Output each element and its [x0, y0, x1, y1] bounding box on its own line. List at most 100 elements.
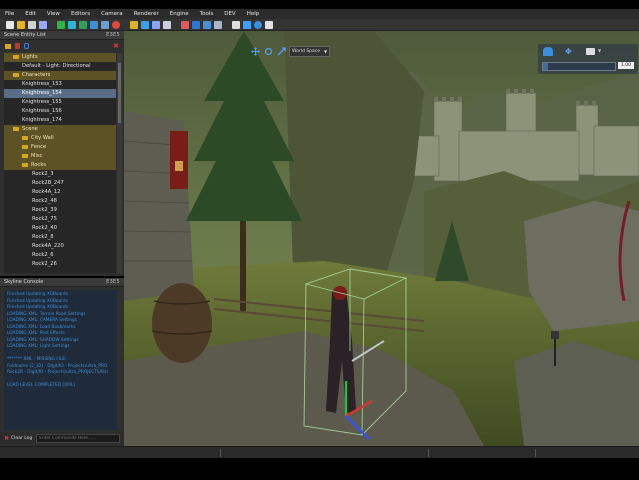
select-icon[interactable] [90, 20, 98, 29]
folder-icon [13, 54, 19, 59]
tree-label: Default - Light: Directional [22, 63, 91, 69]
tree-category[interactable]: Lights [4, 53, 116, 62]
camera-speed-icon[interactable] [543, 47, 553, 56]
grid-icon[interactable] [203, 20, 211, 29]
menu-file[interactable]: File [0, 11, 20, 17]
menu-view[interactable]: View [42, 11, 66, 17]
open-icon[interactable] [17, 20, 25, 29]
tree-item[interactable]: Rock2_6 [4, 251, 116, 260]
display-icon[interactable] [214, 20, 222, 29]
paint-icon[interactable] [130, 20, 138, 29]
tree-label: Rock2_26 [32, 261, 57, 267]
tree-item[interactable]: Rock4A_220 [4, 242, 116, 251]
menu-editors[interactable]: Editors [66, 11, 96, 17]
status-divider [535, 449, 536, 457]
tree-label: Rock2_3 [32, 171, 54, 177]
console-tag: E3E5 [106, 279, 120, 285]
command-input[interactable] [36, 433, 121, 443]
console-line: Rock2B - Digit/IO - Projects/ultra_PROJE… [7, 370, 109, 375]
move-icon[interactable] [250, 46, 260, 56]
globe-icon[interactable] [141, 20, 149, 29]
camera-icon[interactable] [586, 48, 595, 55]
tree-label: Rock2_8 [32, 234, 54, 240]
console-line: LOAD LEVEL COMPLETED [XML] [7, 383, 75, 388]
folder-icon [22, 135, 28, 140]
camera-controls: ✥ ▼ 1.00 [538, 44, 638, 74]
close-icon[interactable]: ✖ [113, 42, 119, 50]
entity-panel-tag: E3E5 [106, 32, 120, 38]
monitor-icon[interactable] [163, 20, 171, 29]
delete-icon[interactable] [15, 43, 20, 49]
scene-viewport[interactable] [124, 31, 639, 446]
menu-renderer[interactable]: Renderer [129, 11, 165, 17]
console-panel: Skyline Console E3E5 Finished Updating X… [0, 278, 132, 446]
folder-icon [22, 153, 28, 158]
camera-speed-slider[interactable] [542, 62, 616, 71]
sound-icon[interactable] [232, 20, 240, 29]
tree-label: Knightress_155 [22, 99, 62, 105]
tree-item[interactable]: Rock4A_12 [4, 188, 116, 197]
rotate-icon[interactable] [263, 47, 273, 56]
tree-item[interactable]: Rock2_75 [4, 215, 116, 224]
camera-speed-value[interactable]: 1.00 [618, 62, 634, 69]
record-icon[interactable] [112, 20, 120, 29]
coordinate-space-select[interactable]: World Space ▼ [289, 45, 331, 57]
tree-category[interactable]: Rocks [4, 161, 116, 170]
gamepad-icon[interactable] [265, 20, 273, 29]
coordinate-space-label: World Space [292, 48, 321, 54]
gear-icon[interactable] [243, 20, 251, 29]
tree-category[interactable]: Scene [4, 125, 116, 134]
menu-camera[interactable]: Camera [96, 11, 129, 17]
save-as-icon[interactable] [39, 20, 47, 29]
status-bar [0, 446, 639, 458]
tree-category[interactable]: Characters [4, 71, 116, 80]
new-icon[interactable] [6, 20, 14, 29]
tree-item[interactable]: Rock2_40 [4, 224, 116, 233]
tree-label: City Wall [31, 135, 54, 141]
undo-icon[interactable] [68, 20, 76, 29]
tree-category[interactable]: Fence [4, 143, 116, 152]
scrollbar-thumb[interactable] [118, 63, 121, 123]
tree-item[interactable]: Rock2_8 [4, 233, 116, 242]
clear-log-button[interactable]: ✖ Clear Log [4, 435, 32, 442]
tree-item[interactable]: Rock2_48 [4, 197, 116, 206]
toolbar [0, 19, 639, 31]
menu-engine[interactable]: Engine [165, 11, 195, 17]
entity-panel-header: Scene Entity List E3E5 [0, 31, 124, 40]
clear-icon: ✖ [4, 434, 10, 442]
graph-icon[interactable] [181, 20, 189, 29]
menu-help[interactable]: Help [242, 11, 266, 17]
tree-item[interactable]: Knightress_156 [4, 107, 116, 116]
tree-item[interactable]: Rock2B_247 [4, 179, 116, 188]
export-icon[interactable] [192, 20, 200, 29]
entity-tree-scrollbar[interactable] [117, 53, 122, 273]
camera-view-icon[interactable]: ✥ [565, 47, 572, 56]
tree-item[interactable]: Knightress_174 [4, 116, 116, 125]
scale-icon[interactable] [276, 46, 286, 56]
tree-item[interactable]: Default - Light: Directional [4, 62, 116, 71]
tree-item[interactable]: Rock2_26 [4, 260, 116, 269]
tree-item[interactable]: Knightress_155 [4, 98, 116, 107]
menu-dev[interactable]: DEV [219, 11, 241, 17]
menu-edit[interactable]: Edit [20, 11, 42, 17]
tree-label: Rock4A_220 [32, 243, 64, 249]
terrain-icon[interactable] [101, 20, 109, 29]
tree-item[interactable]: Rock2_3 [4, 170, 116, 179]
menu-tools[interactable]: Tools [195, 11, 220, 17]
tree-category[interactable]: City Wall [4, 134, 116, 143]
console-header: Skyline Console E3E5 [0, 278, 124, 287]
tree-item[interactable]: Knightress_154 [4, 89, 116, 98]
folder-icon[interactable] [5, 43, 11, 49]
refresh-icon[interactable] [57, 20, 65, 29]
settings-icon[interactable] [152, 20, 160, 29]
tree-label: Lights [22, 54, 38, 60]
tree-item[interactable]: Knightress_153 [4, 80, 116, 89]
tree-category[interactable]: Misc [4, 152, 116, 161]
play-icon[interactable] [254, 20, 262, 29]
redo-icon[interactable] [79, 20, 87, 29]
camera-dropdown-icon[interactable]: ▼ [598, 48, 601, 53]
tree-label: Knightress_156 [22, 108, 62, 114]
tree-item[interactable]: Rock2_39 [4, 206, 116, 215]
link-icon[interactable] [24, 43, 29, 49]
save-icon[interactable] [28, 20, 36, 29]
